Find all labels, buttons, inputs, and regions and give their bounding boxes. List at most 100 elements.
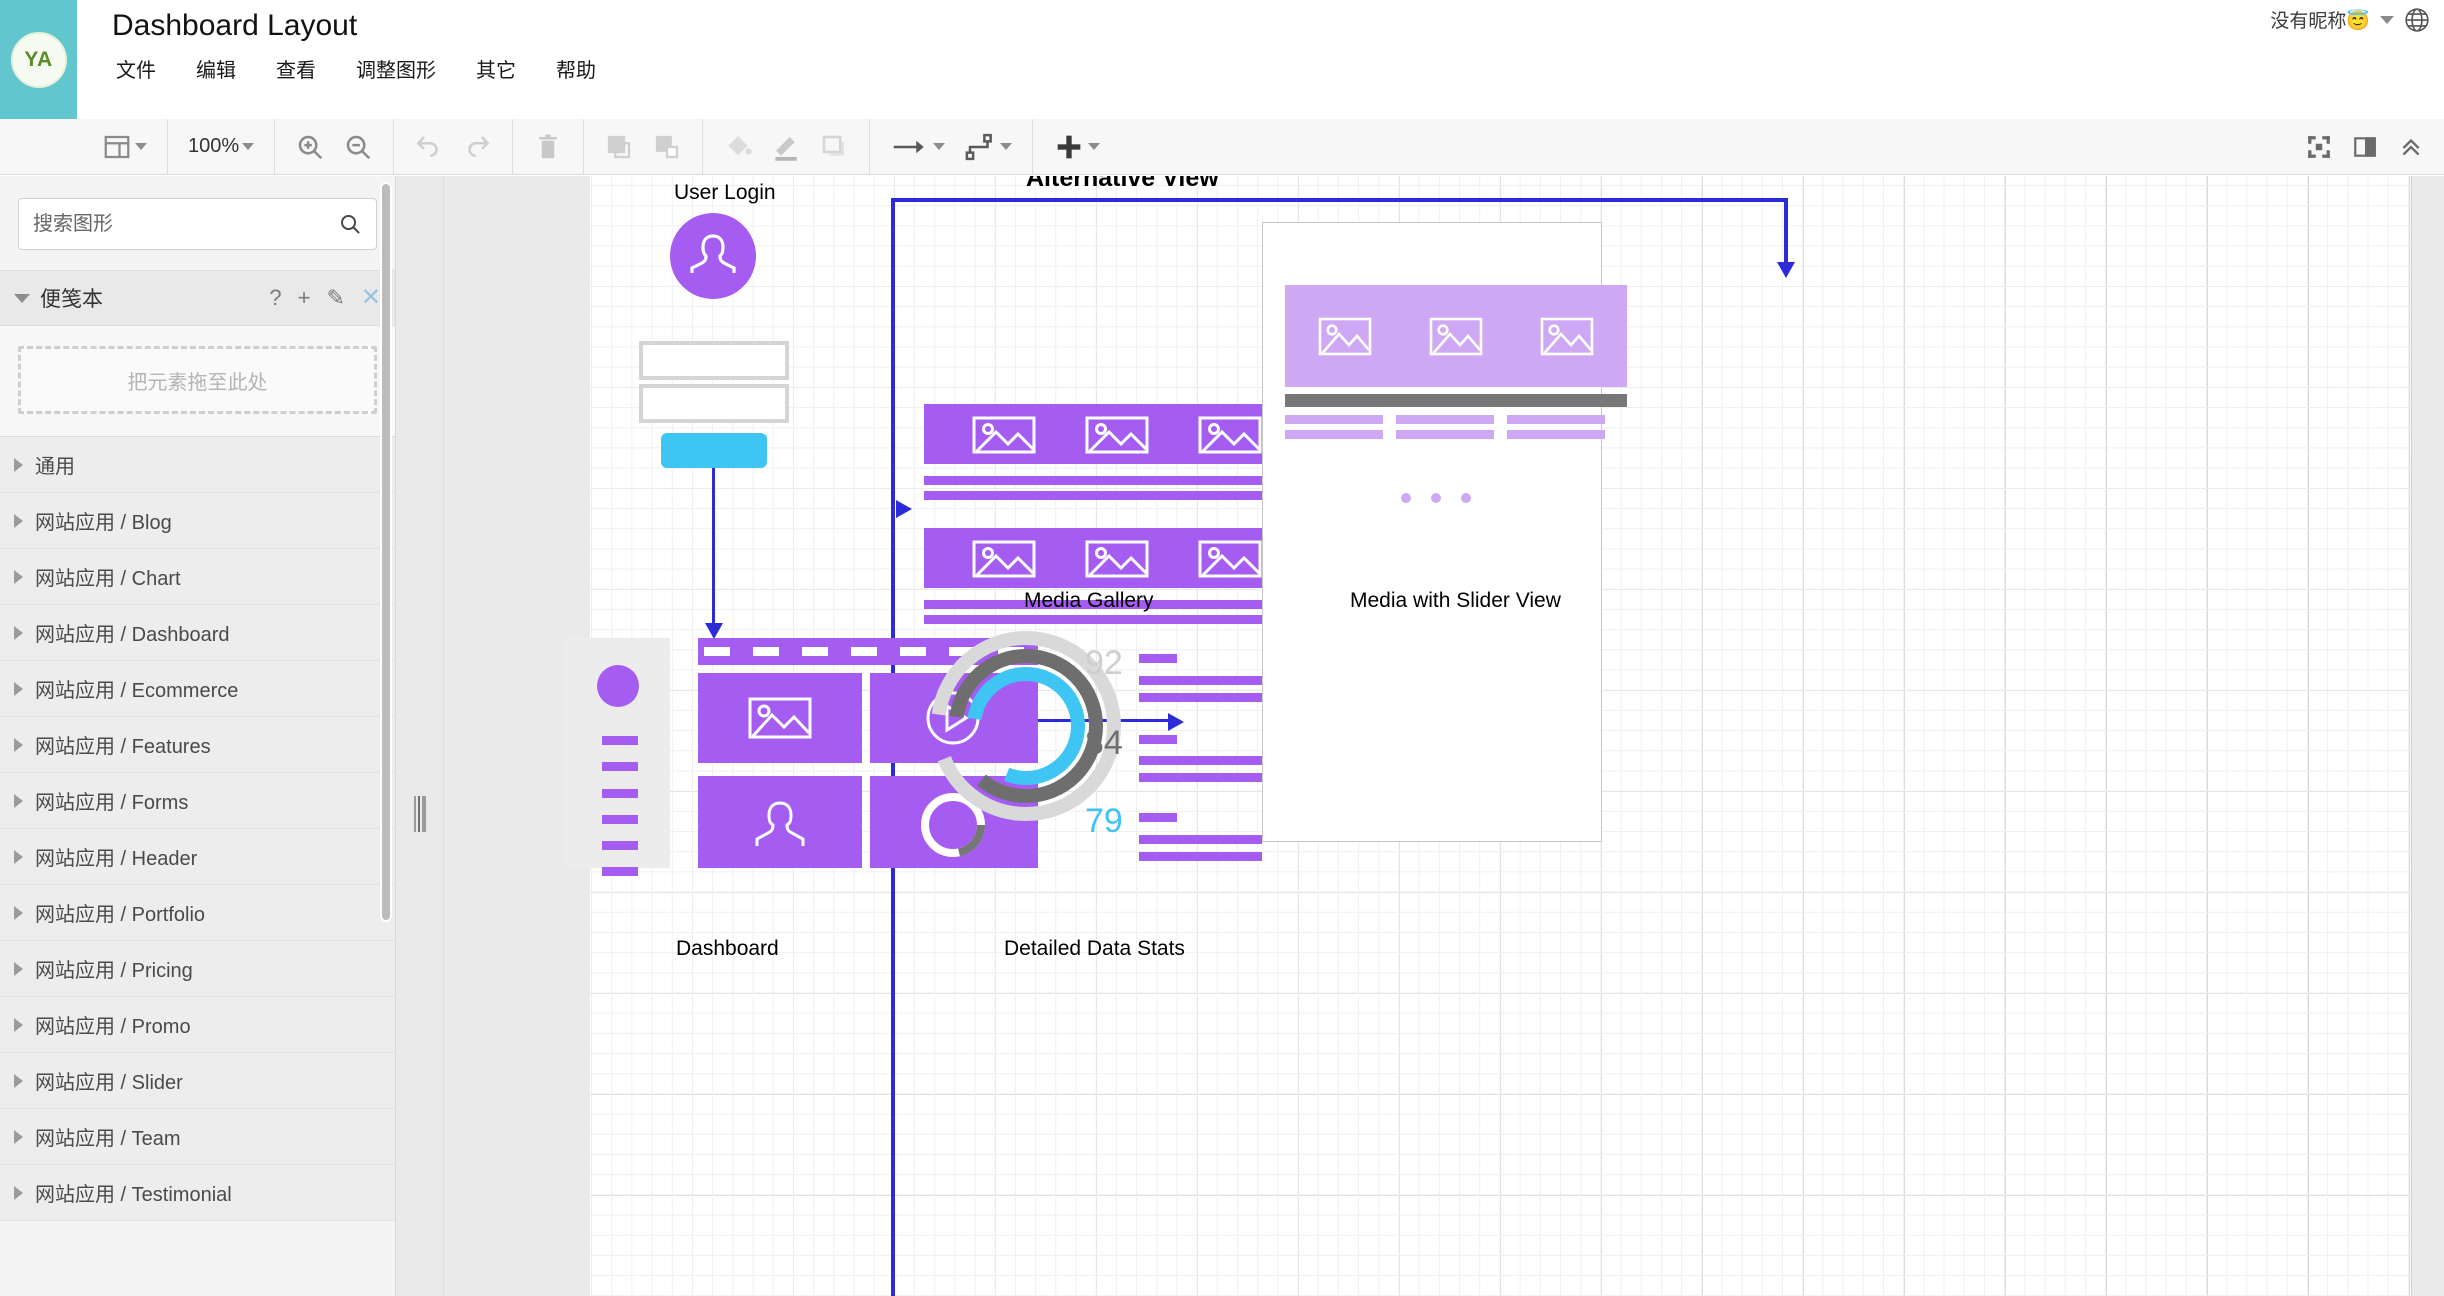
- chevron-right-icon: [14, 513, 23, 528]
- view-layout-button[interactable]: [96, 128, 153, 166]
- sidebar-item-chart[interactable]: 网站应用 / Chart: [0, 549, 395, 605]
- connector-top-horizontal[interactable]: [891, 198, 1788, 202]
- search-icon[interactable]: [338, 211, 362, 237]
- slider-dot-1[interactable]: [1401, 493, 1411, 503]
- connector-right-vertical[interactable]: [1784, 198, 1788, 267]
- bring-to-front-button[interactable]: [598, 128, 640, 166]
- gallery-text-line: [924, 615, 1044, 624]
- search-input[interactable]: [33, 212, 338, 236]
- undo-button[interactable]: [408, 128, 450, 166]
- fullscreen-icon: [2308, 135, 2330, 158]
- line-color-button[interactable]: [765, 128, 807, 166]
- sidebar-splitter[interactable]: [396, 176, 444, 1296]
- sidebar-item-ecommerce[interactable]: 网站应用 / Ecommerce: [0, 661, 395, 717]
- slider-card-3[interactable]: [1507, 285, 1627, 387]
- diagram-editor-window: YA Dashboard Layout 文件 编辑 查看 调整图形 其它 帮助 …: [0, 0, 2444, 1296]
- login-username-field[interactable]: [639, 341, 789, 380]
- send-to-back-button[interactable]: [646, 128, 688, 166]
- user-login-label[interactable]: User Login: [674, 181, 776, 205]
- insert-button[interactable]: [1047, 128, 1106, 166]
- sidebar-item-team[interactable]: 网站应用 / Team: [0, 1109, 395, 1165]
- dashboard-widget-user[interactable]: [698, 776, 862, 868]
- sidebar-item-slider[interactable]: 网站应用 / Slider: [0, 1053, 395, 1109]
- login-submit-button[interactable]: [661, 433, 767, 468]
- login-avatar[interactable]: [670, 213, 756, 299]
- dashboard-label[interactable]: Dashboard: [676, 937, 779, 961]
- chevron-right-icon: [14, 1073, 23, 1088]
- slider-card-2[interactable]: [1396, 285, 1516, 387]
- zoom-out-icon: [346, 135, 371, 159]
- connector-login-to-dashboard[interactable]: [712, 468, 715, 627]
- chevron-down-icon[interactable]: [135, 143, 147, 150]
- dashboard-widget-image[interactable]: [698, 673, 862, 763]
- zoom-in-button[interactable]: [289, 128, 331, 166]
- menu-edit[interactable]: 编辑: [192, 52, 240, 85]
- scratchpad-header[interactable]: 便笺本 ? + ✎ ✕: [0, 270, 395, 326]
- slider-title-bar: [1396, 394, 1516, 407]
- diagram-canvas[interactable]: Alternative View Media Gallery Media wit…: [444, 176, 2444, 1296]
- sidebar-item-promo[interactable]: 网站应用 / Promo: [0, 997, 395, 1053]
- slider-text-line: [1285, 430, 1383, 439]
- data-stats-label[interactable]: Detailed Data Stats: [1004, 937, 1185, 961]
- edit-pencil-icon[interactable]: ✎: [326, 287, 344, 309]
- chevron-down-icon[interactable]: [933, 143, 946, 150]
- globe-icon[interactable]: [2404, 7, 2430, 33]
- menu-help[interactable]: 帮助: [552, 52, 600, 85]
- document-title[interactable]: Dashboard Layout: [112, 6, 2444, 46]
- shadow-button[interactable]: [813, 128, 855, 166]
- user-avatar-tile[interactable]: YA: [0, 0, 77, 119]
- line-style-button[interactable]: [884, 128, 951, 166]
- chevron-right-icon: [14, 1129, 23, 1144]
- slider-dot-2[interactable]: [1431, 493, 1441, 503]
- help-icon[interactable]: ?: [269, 287, 281, 309]
- fullscreen-button[interactable]: [2300, 128, 2338, 166]
- slider-text-line: [1507, 415, 1605, 424]
- format-panel-icon: [2354, 136, 2376, 157]
- menu-file[interactable]: 文件: [112, 52, 160, 85]
- waypoints-button[interactable]: [957, 128, 1018, 166]
- sidebar-item-dashboard[interactable]: 网站应用 / Dashboard: [0, 605, 395, 661]
- fill-color-button[interactable]: [717, 128, 759, 166]
- sidebar-scrollbar-thumb[interactable]: [380, 182, 392, 922]
- sidebar-item-features[interactable]: 网站应用 / Features: [0, 717, 395, 773]
- sidebar-item-portfolio[interactable]: 网站应用 / Portfolio: [0, 885, 395, 941]
- slider-card-1[interactable]: [1285, 285, 1405, 387]
- chevron-down-icon[interactable]: [242, 143, 255, 150]
- sidebar-item-pricing[interactable]: 网站应用 / Pricing: [0, 941, 395, 997]
- format-panel-button[interactable]: [2346, 128, 2384, 166]
- menu-view[interactable]: 查看: [272, 52, 320, 85]
- scratchpad-dropzone[interactable]: 把元素拖至此处: [18, 346, 377, 414]
- menu-extras[interactable]: 其它: [472, 52, 520, 85]
- zoom-level-button[interactable]: 100%: [182, 128, 260, 166]
- chevron-down-icon[interactable]: [14, 293, 30, 303]
- sidebar-item-forms[interactable]: 网站应用 / Forms: [0, 773, 395, 829]
- alternative-view-title[interactable]: Alternative View: [1026, 176, 1219, 193]
- menu-arrange[interactable]: 调整图形: [352, 52, 440, 85]
- zoom-out-button[interactable]: [337, 128, 379, 166]
- add-icon[interactable]: +: [298, 287, 311, 309]
- chevron-down-icon[interactable]: [1000, 143, 1013, 150]
- sidebar-item-header[interactable]: 网站应用 / Header: [0, 829, 395, 885]
- sidebar-item-blog[interactable]: 网站应用 / Blog: [0, 493, 395, 549]
- media-slider-label[interactable]: Media with Slider View: [1350, 589, 1561, 613]
- sidebar-item-general[interactable]: 通用: [0, 437, 395, 493]
- close-icon[interactable]: ✕: [361, 286, 381, 310]
- sidebar-scrollbar[interactable]: [380, 182, 392, 1062]
- collapse-button[interactable]: [2392, 128, 2430, 166]
- search-box[interactable]: [18, 198, 377, 250]
- redo-button[interactable]: [456, 128, 498, 166]
- media-gallery-label[interactable]: Media Gallery: [1024, 589, 1154, 613]
- sidebar-item-testimonial[interactable]: 网站应用 / Testimonial: [0, 1165, 395, 1221]
- login-password-field[interactable]: [639, 384, 789, 423]
- toolbar-group-connectors: [870, 119, 1034, 174]
- chevron-down-icon[interactable]: [1088, 143, 1101, 150]
- splitter-handle[interactable]: [414, 796, 426, 832]
- chevron-down-icon[interactable]: [2380, 15, 2394, 24]
- delete-button[interactable]: [527, 128, 569, 166]
- sidebar-item-label: 网站应用 / Features: [35, 736, 211, 758]
- account-name[interactable]: 没有昵称😇: [2270, 6, 2370, 33]
- slider-dot-3[interactable]: [1461, 493, 1471, 503]
- scratchpad-title: 便笺本: [40, 288, 103, 311]
- canvas-page[interactable]: Alternative View Media Gallery Media wit…: [566, 176, 2412, 1296]
- search-area: [0, 176, 395, 270]
